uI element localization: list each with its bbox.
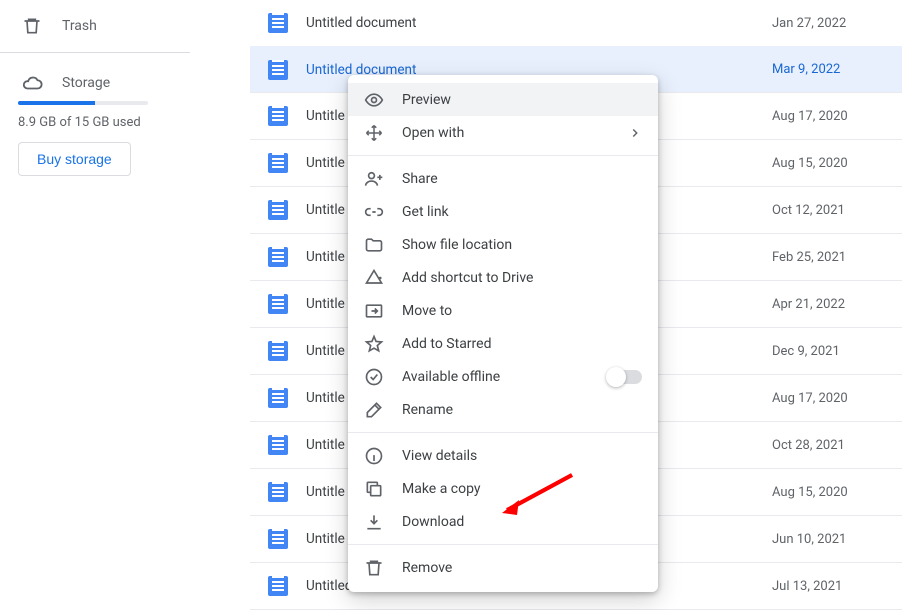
menu-item-available-offline[interactable]: Available offline: [348, 360, 658, 393]
menu-item-add-shortcut[interactable]: Add shortcut to Drive: [348, 261, 658, 294]
info-icon: [364, 446, 384, 466]
context-menu: Preview Open with Share Get link Show fi…: [348, 75, 658, 592]
move-arrows-icon: [364, 123, 384, 143]
cloud-icon: [20, 71, 44, 95]
menu-label: Available offline: [402, 369, 608, 385]
file-date: Aug 17, 2020: [772, 391, 902, 406]
docs-file-icon: [268, 247, 288, 267]
docs-file-icon: [268, 153, 288, 173]
menu-label: Remove: [402, 560, 642, 576]
file-date: Dec 9, 2021: [772, 344, 902, 359]
offline-toggle[interactable]: [608, 370, 642, 384]
menu-item-download[interactable]: Download: [348, 505, 658, 538]
file-date: Apr 21, 2022: [772, 297, 902, 312]
menu-separator: [348, 544, 658, 545]
storage-meter: [0, 101, 190, 105]
menu-item-share[interactable]: Share: [348, 162, 658, 195]
file-date: Aug 17, 2020: [772, 109, 902, 124]
sidebar-item-trash[interactable]: Trash: [0, 6, 190, 46]
person-add-icon: [364, 169, 384, 189]
menu-label: Share: [402, 171, 642, 187]
docs-file-icon: [268, 388, 288, 408]
menu-item-show-location[interactable]: Show file location: [348, 228, 658, 261]
file-date: Oct 28, 2021: [772, 438, 902, 453]
file-date: Aug 15, 2020: [772, 485, 902, 500]
file-date: Mar 9, 2022: [772, 62, 902, 77]
file-row[interactable]: Untitled documentJan 27, 2022: [250, 0, 902, 47]
menu-item-make-copy[interactable]: Make a copy: [348, 472, 658, 505]
menu-item-get-link[interactable]: Get link: [348, 195, 658, 228]
menu-item-remove[interactable]: Remove: [348, 551, 658, 584]
file-date: Oct 12, 2021: [772, 203, 902, 218]
file-date: Aug 15, 2020: [772, 156, 902, 171]
menu-label: Rename: [402, 402, 642, 418]
menu-label: Move to: [402, 303, 642, 319]
sidebar-trash-label: Trash: [62, 18, 97, 34]
pencil-icon: [364, 400, 384, 420]
menu-item-view-details[interactable]: View details: [348, 439, 658, 472]
docs-file-icon: [268, 294, 288, 314]
docs-file-icon: [268, 13, 288, 33]
menu-label: Open with: [402, 125, 628, 141]
menu-label: Preview: [402, 92, 642, 108]
offline-check-icon: [364, 367, 384, 387]
chevron-right-icon: [628, 126, 642, 140]
menu-separator: [348, 155, 658, 156]
file-date: Jun 10, 2021: [772, 532, 902, 547]
copy-icon: [364, 479, 384, 499]
menu-item-add-starred[interactable]: Add to Starred: [348, 327, 658, 360]
download-icon: [364, 512, 384, 532]
trash-icon: [364, 558, 384, 578]
file-date: Jan 27, 2022: [772, 16, 902, 31]
menu-label: Make a copy: [402, 481, 642, 497]
docs-file-icon: [268, 435, 288, 455]
sidebar: Trash Storage 8.9 GB of 15 GB used Buy s…: [0, 0, 190, 176]
menu-label: View details: [402, 448, 642, 464]
menu-label: Add to Starred: [402, 336, 642, 352]
docs-file-icon: [268, 529, 288, 549]
docs-file-icon: [268, 341, 288, 361]
menu-item-rename[interactable]: Rename: [348, 393, 658, 426]
link-icon: [364, 202, 384, 222]
sidebar-separator: [0, 52, 190, 53]
menu-label: Download: [402, 514, 642, 530]
file-date: Feb 25, 2021: [772, 250, 902, 265]
docs-file-icon: [268, 60, 288, 80]
docs-file-icon: [268, 106, 288, 126]
menu-label: Add shortcut to Drive: [402, 270, 642, 286]
drive-shortcut-icon: [364, 268, 384, 288]
storage-used-text: 8.9 GB of 15 GB used: [0, 115, 190, 142]
docs-file-icon: [268, 200, 288, 220]
sidebar-storage-label: Storage: [62, 75, 110, 91]
buy-storage-button[interactable]: Buy storage: [18, 142, 131, 176]
file-date: Jul 13, 2021: [772, 579, 902, 594]
menu-item-open-with[interactable]: Open with: [348, 116, 658, 149]
eye-icon: [364, 90, 384, 110]
menu-label: Get link: [402, 204, 642, 220]
sidebar-item-storage[interactable]: Storage: [0, 63, 190, 103]
menu-label: Show file location: [402, 237, 642, 253]
folder-icon: [364, 235, 384, 255]
menu-item-move-to[interactable]: Move to: [348, 294, 658, 327]
trash-icon: [20, 14, 44, 38]
menu-item-preview[interactable]: Preview: [348, 83, 658, 116]
file-name: Untitled document: [306, 15, 772, 31]
menu-separator: [348, 432, 658, 433]
docs-file-icon: [268, 482, 288, 502]
star-icon: [364, 334, 384, 354]
move-to-icon: [364, 301, 384, 321]
docs-file-icon: [268, 576, 288, 596]
